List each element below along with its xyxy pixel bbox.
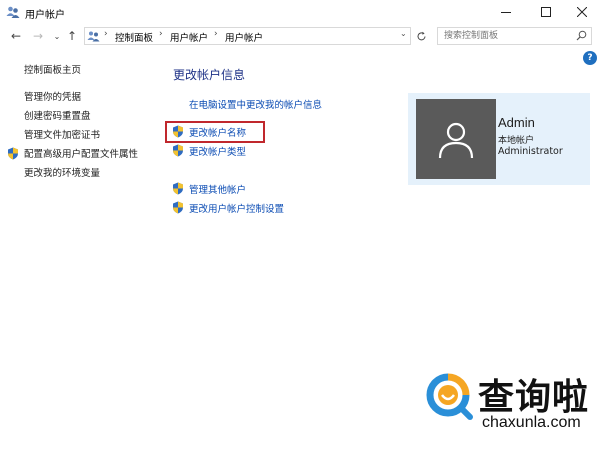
avatar (416, 99, 496, 179)
search-icon[interactable] (576, 30, 587, 44)
help-icon: ? (587, 53, 593, 63)
user-accounts-icon (6, 5, 20, 22)
change-account-name-link[interactable]: 更改帐户名称 (189, 125, 246, 139)
manage-other-accounts-link[interactable]: 管理其他帐户 (189, 182, 246, 196)
watermark-chinese: 查询啦 (478, 377, 590, 418)
page-title: 更改帐户信息 (173, 68, 246, 82)
watermark-domain: chaxunla.com (482, 414, 581, 431)
search-input[interactable] (444, 29, 569, 43)
close-icon (577, 7, 587, 17)
pc-settings-link[interactable]: 在电脑设置中更改我的帐户信息 (189, 97, 322, 111)
arrow-right-icon: → (32, 29, 44, 43)
magnifier-logo-icon (426, 373, 474, 424)
breadcrumb-separator-icon: › (159, 29, 163, 39)
chevron-down-icon: ⌄ (53, 31, 61, 41)
breadcrumb-control-panel[interactable]: 控制面板 (115, 30, 153, 44)
change-account-type-link[interactable]: 更改帐户类型 (189, 144, 246, 158)
account-card: Admin 本地帐户 Administrator (408, 93, 590, 185)
up-button[interactable]: ↑ (64, 28, 80, 44)
search-box[interactable] (437, 27, 592, 45)
minimize-button[interactable] (490, 0, 522, 24)
user-icon (438, 122, 474, 159)
uac-shield-icon (172, 182, 184, 198)
close-button[interactable] (566, 0, 598, 24)
change-uac-settings-link[interactable]: 更改用户帐户控制设置 (189, 201, 284, 215)
title-bar: 用户帐户 (0, 0, 600, 24)
window-title: 用户帐户 (25, 10, 65, 21)
address-dropdown-icon[interactable]: ⌄ (400, 29, 407, 38)
watermark: 查询啦 chaxunla.com (426, 368, 596, 446)
sidebar-item-control-panel-home[interactable]: 控制面板主页 (24, 62, 81, 76)
uac-shield-icon (172, 125, 184, 141)
minimize-icon (501, 12, 511, 13)
account-type: 本地帐户 (498, 136, 535, 146)
breadcrumb-user-accounts-current[interactable]: 用户帐户 (225, 30, 263, 44)
arrow-left-icon: ← (10, 29, 22, 43)
sidebar-item-advanced-profile-properties[interactable]: 配置高级用户配置文件属性 (24, 146, 138, 160)
maximize-button[interactable] (530, 0, 562, 24)
uac-shield-icon (7, 147, 19, 163)
forward-button[interactable]: → (30, 28, 46, 44)
breadcrumb-user-accounts[interactable]: 用户帐户 (170, 30, 208, 44)
refresh-button[interactable] (413, 27, 429, 45)
back-button[interactable]: ← (8, 28, 24, 44)
account-role: Administrator (498, 146, 563, 157)
maximize-icon (541, 7, 551, 17)
refresh-icon (417, 31, 425, 40)
sidebar-item-change-env-variables[interactable]: 更改我的环境变量 (24, 165, 100, 179)
arrow-up-icon: ↑ (66, 29, 78, 43)
help-button[interactable]: ? (583, 51, 597, 65)
sidebar-item-manage-credentials[interactable]: 管理你的凭据 (24, 89, 81, 103)
uac-shield-icon (172, 201, 184, 217)
uac-shield-icon (172, 144, 184, 160)
address-field[interactable]: › 控制面板 › 用户帐户 › 用户帐户 (84, 27, 411, 45)
breadcrumb-separator-icon: › (104, 29, 108, 39)
control-panel-icon (87, 30, 101, 45)
recent-locations-button[interactable]: ⌄ (49, 28, 65, 44)
account-name: Admin (498, 115, 535, 130)
sidebar-item-create-reset-disk[interactable]: 创建密码重置盘 (24, 108, 91, 122)
breadcrumb-separator-icon: › (214, 29, 218, 39)
sidebar-item-manage-encryption-certs[interactable]: 管理文件加密证书 (24, 127, 100, 141)
